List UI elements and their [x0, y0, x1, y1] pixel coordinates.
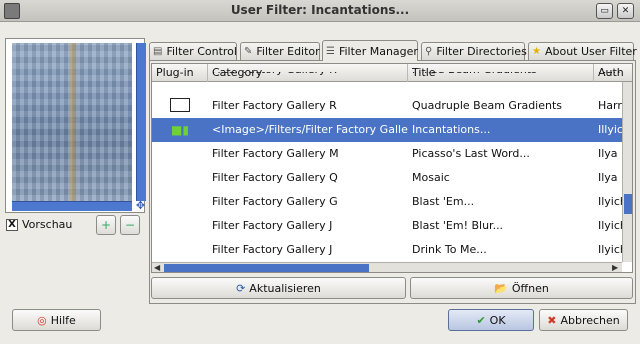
zoom-in-icon[interactable]: +: [96, 215, 116, 235]
refresh-label: Aktualisieren: [249, 281, 321, 295]
ok-label: OK: [489, 313, 506, 327]
scroll-left-icon[interactable]: ◀: [154, 263, 160, 272]
list-icon: ☰: [326, 45, 335, 57]
vertical-scroll-thumb[interactable]: [624, 194, 632, 214]
tab-filter-editor[interactable]: ✎ Filter Editor: [240, 42, 320, 60]
table-horizontal-scrollbar[interactable]: ◀ ▶: [152, 262, 622, 272]
filter-table: Plug-in Category Title Auth Filter Facto…: [151, 63, 633, 273]
table-row[interactable]: Filter Factory Gallery Q Mosaic Ilya R: [152, 166, 629, 190]
refresh-icon: ⟳: [236, 281, 246, 295]
plugin-cell: [152, 142, 208, 166]
navigate-icon[interactable]: ✥: [134, 199, 147, 212]
preview-checkbox[interactable]: X: [6, 218, 18, 231]
star-icon: ★: [532, 46, 541, 57]
pencil-icon: ✎: [244, 46, 253, 57]
category-cell: Filter Factory Gallery J: [212, 219, 333, 232]
table-vertical-scrollbar[interactable]: [622, 82, 632, 262]
table-row[interactable]: Filter Factory Gallery J Blast 'Em! Blur.…: [152, 214, 627, 238]
title-cell: Picasso's Last Word...: [412, 147, 530, 160]
category-cell: Filter Factory Gallery M: [212, 147, 339, 160]
refresh-button[interactable]: ⟳ Aktualisieren: [151, 277, 406, 299]
cancel-icon: ✖: [547, 313, 557, 327]
open-label: Öffnen: [511, 281, 549, 295]
plugin-cell: [152, 190, 208, 214]
plugin-loaded-icon: ■▮: [171, 123, 189, 137]
tab-filter-manager[interactable]: ☰ Filter Manager: [322, 40, 418, 61]
tab-about-user-filter[interactable]: ★ About User Filter: [528, 42, 637, 60]
cancel-button[interactable]: ✖ Abbrechen: [539, 309, 628, 331]
horizontal-scroll-thumb[interactable]: [164, 264, 369, 272]
plugin-cell: [152, 72, 208, 82]
category-cell: Filter Factory Gallery R: [212, 99, 337, 112]
title-cell: Mixed Beam Gradients: [408, 72, 594, 82]
category-cell: Filter Factory Gallery R: [208, 72, 408, 82]
scroll-right-icon[interactable]: ▶: [612, 263, 618, 272]
lifebuoy-icon: ◎: [37, 313, 47, 327]
title-cell: Blast 'Em...: [412, 195, 475, 208]
category-cell: <Image>/Filters/Filter Factory Gallery V: [212, 123, 408, 136]
category-cell: Filter Factory Gallery Q: [212, 171, 338, 184]
title-cell: Blast 'Em! Blur...: [412, 219, 504, 232]
plugin-cell: ■▮: [152, 118, 208, 142]
table-row[interactable]: Filter Factory Gallery M Picasso's Last W…: [152, 142, 629, 166]
control-icon: ▤: [153, 46, 163, 57]
close-button[interactable]: ✕: [617, 3, 634, 19]
title-cell: Quadruple Beam Gradients: [412, 99, 563, 112]
title-cell: Drink To Me...: [412, 243, 487, 256]
cancel-label: Abbrechen: [560, 313, 620, 327]
preview-image: [12, 43, 132, 201]
open-folder-icon: 📂: [494, 281, 508, 295]
table-row[interactable]: Filter Factory Gallery J Drink To Me... Il…: [152, 238, 627, 262]
plugin-cell: [152, 94, 208, 118]
tab-label: Filter Editor: [256, 45, 320, 58]
preview-checkbox-label: Vorschau: [22, 218, 73, 231]
zoom-out-icon[interactable]: −: [120, 215, 140, 235]
window-titlebar: User Filter: Incantations... ▭ ✕: [0, 0, 640, 22]
preview-panel: ✥: [5, 38, 147, 213]
search-icon: ⚲: [425, 46, 433, 57]
plugin-cell: [152, 214, 208, 238]
table-row-selected[interactable]: ■▮ <Image>/Filters/Filter Factory Gallery…: [152, 118, 630, 142]
open-button[interactable]: 📂 Öffnen: [410, 277, 633, 299]
tab-filter-directories[interactable]: ⚲ Filter Directories: [421, 42, 527, 60]
checkmark-icon: ✔: [476, 313, 486, 327]
preview-vertical-scrollbar[interactable]: [136, 43, 146, 201]
window-title: User Filter: Incantations...: [230, 3, 410, 17]
category-cell: Filter Factory Gallery G: [212, 195, 338, 208]
help-label: Hilfe: [50, 313, 76, 327]
preview-toggle[interactable]: X Vorschau: [6, 218, 72, 231]
plugin-cell: [152, 238, 208, 262]
help-button[interactable]: ◎ Hilfe: [12, 309, 101, 331]
table-row[interactable]: Filter Factory Gallery R Quadruple Beam G…: [152, 94, 628, 118]
title-cell: Mosaic: [412, 171, 450, 184]
maximize-button[interactable]: ▭: [596, 3, 613, 19]
tab-filter-control[interactable]: ▤ Filter Control: [149, 42, 237, 60]
category-cell: Filter Factory Gallery J: [212, 243, 333, 256]
tab-label: Filter Control: [166, 45, 237, 58]
table-row[interactable]: Filter Factory Gallery RMixed Beam Gradi…: [152, 72, 622, 82]
tab-label: About User Filter: [544, 45, 637, 58]
plugin-cell: [152, 166, 208, 190]
ok-button[interactable]: ✔ OK: [448, 309, 534, 331]
tab-label: Filter Manager: [338, 44, 418, 58]
author-cell: Harry: [594, 72, 622, 82]
tab-bar: ▤ Filter Control ✎ Filter Editor ☰ Filte…: [149, 40, 637, 61]
plugin-blank-icon: [170, 98, 190, 112]
tab-label: Filter Directories: [436, 45, 527, 58]
title-cell: Incantations...: [412, 123, 491, 136]
preview-horizontal-scrollbar[interactable]: [12, 201, 132, 211]
table-row[interactable]: Filter Factory Gallery G Blast 'Em... Ilyi…: [152, 190, 627, 214]
